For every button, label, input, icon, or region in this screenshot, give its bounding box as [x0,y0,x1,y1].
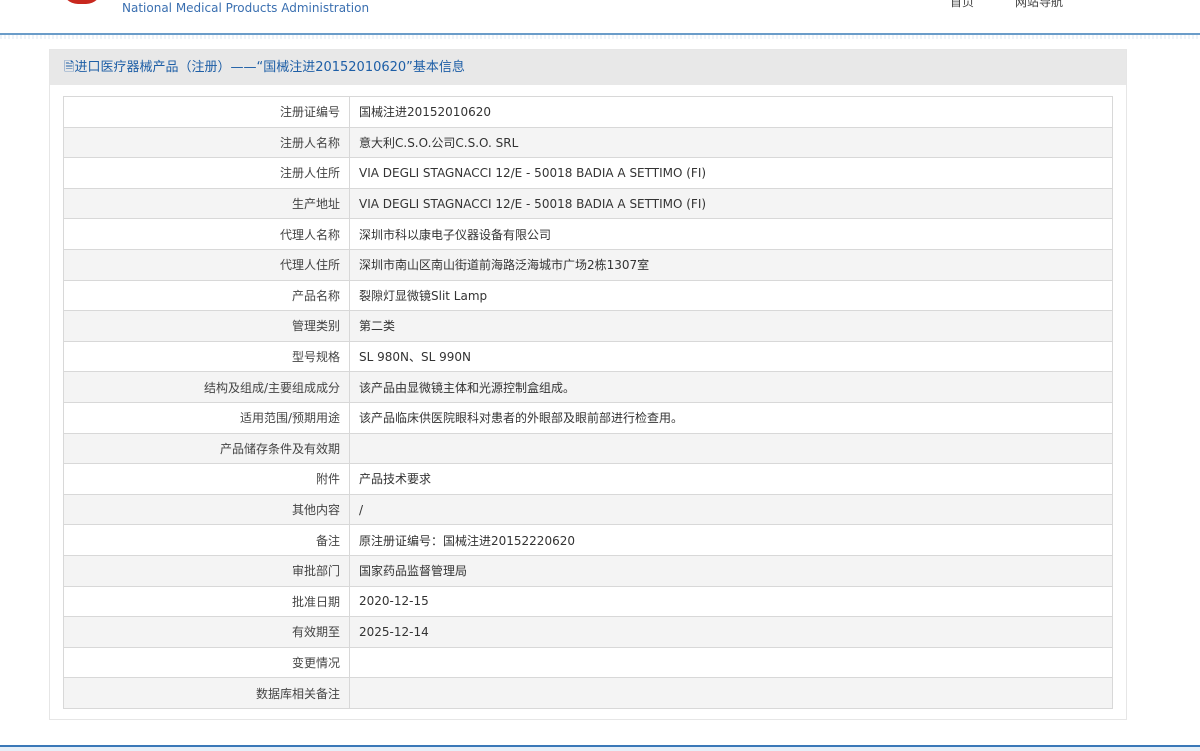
field-value: 国械注进20152010620 [349,96,1113,128]
field-label: 变更情况 [63,646,350,679]
field-label: 备注 [63,524,350,556]
table-row: 代理人名称 深圳市科以康电子仪器设备有限公司 [63,218,1113,250]
field-label: 管理类别 [63,310,350,342]
field-value [349,432,1113,465]
table-row: 注册人住所 VIA DEGLI STAGNACCI 12/E - 50018 BA… [63,157,1113,189]
table-row: 注册证编号 国械注进20152010620 [63,96,1113,128]
emblem-logo [62,0,102,4]
panel-title: 🗎进口医疗器械产品（注册）——“国械注进20152010620”基本信息 [50,50,1126,85]
field-label: 有效期至 [63,616,350,648]
table-row: 其他内容 / [63,493,1113,526]
field-label: 生产地址 [63,187,350,220]
field-value: VIA DEGLI STAGNACCI 12/E - 50018 BADIA A… [349,157,1113,189]
field-value: VIA DEGLI STAGNACCI 12/E - 50018 BADIA A… [349,187,1113,220]
field-label: 结构及组成/主要组成成分 [63,371,350,403]
field-value: 原注册证编号：国械注进20152220620 [349,524,1113,556]
field-value: 深圳市南山区南山街道前海路泛海城市广场2栋1307室 [349,248,1113,281]
table-row: 管理类别 第二类 [63,310,1113,342]
table-row: 产品储存条件及有效期 [63,432,1113,465]
table-row: 批准日期 2020-12-15 [63,585,1113,618]
field-value [349,646,1113,679]
field-value: 意大利C.S.O.公司C.S.O. SRL [349,126,1113,159]
field-label: 其他内容 [63,493,350,526]
field-label: 批准日期 [63,585,350,618]
field-value: 2020-12-15 [349,585,1113,618]
field-label: 产品名称 [63,279,350,312]
field-value: 国家药品监督管理局 [349,554,1113,587]
nav-sitemap[interactable]: 网站导航 [1015,0,1063,10]
table-row: 结构及组成/主要组成成分 该产品由显微镜主体和光源控制盒组成。 [63,371,1113,403]
field-value: 2025-12-14 [349,616,1113,648]
table-row: 产品名称 裂隙灯显微镜Slit Lamp [63,279,1113,312]
field-label: 代理人名称 [63,218,350,250]
table-row: 注册人名称 意大利C.S.O.公司C.S.O. SRL [63,126,1113,159]
field-label: 注册人住所 [63,157,350,189]
table-row: 审批部门 国家药品监督管理局 [63,554,1113,587]
field-value: 该产品由显微镜主体和光源控制盒组成。 [349,371,1113,403]
detail-panel: 🗎进口医疗器械产品（注册）——“国械注进20152010620”基本信息 注册证… [49,49,1127,720]
field-value: 该产品临床供医院眼科对患者的外眼部及眼前部进行检查用。 [349,401,1113,434]
field-label: 适用范围/预期用途 [63,401,350,434]
table-row: 数据库相关备注 [63,677,1113,709]
table-row: 变更情况 [63,646,1113,679]
field-value [349,677,1113,709]
table-row: 生产地址 VIA DEGLI STAGNACCI 12/E - 50018 BAD… [63,187,1113,220]
field-label: 产品储存条件及有效期 [63,432,350,465]
field-label: 审批部门 [63,554,350,587]
field-value: SL 980N、SL 990N [349,340,1113,373]
table-row: 代理人住所 深圳市南山区南山街道前海路泛海城市广场2栋1307室 [63,248,1113,281]
field-label: 数据库相关备注 [63,677,350,709]
document-icon: 🗎 [64,60,75,75]
table-row: 适用范围/预期用途 该产品临床供医院眼科对患者的外眼部及眼前部进行检查用。 [63,401,1113,434]
site-header: National Medical Products Administration… [0,0,1200,34]
header-divider-pattern [0,35,1200,39]
footer-band [0,747,1200,751]
field-label: 附件 [63,463,350,495]
field-value: 产品技术要求 [349,463,1113,495]
field-value: 裂隙灯显微镜Slit Lamp [349,279,1113,312]
agency-english-name: National Medical Products Administration [122,1,370,15]
nav-home[interactable]: 首页 [950,0,974,10]
info-table: 注册证编号 国械注进20152010620 注册人名称 意大利C.S.O.公司C.S.… [63,96,1113,709]
table-row: 备注 原注册证编号：国械注进20152220620 [63,524,1113,556]
table-row: 有效期至 2025-12-14 [63,616,1113,648]
table-row: 型号规格 SL 980N、SL 990N [63,340,1113,373]
field-value: / [349,493,1113,526]
field-label: 注册人名称 [63,126,350,159]
field-label: 代理人住所 [63,248,350,281]
field-label: 型号规格 [63,340,350,373]
table-row: 附件 产品技术要求 [63,463,1113,495]
field-value: 深圳市科以康电子仪器设备有限公司 [349,218,1113,250]
field-label: 注册证编号 [63,96,350,128]
panel-title-text: 进口医疗器械产品（注册）——“国械注进20152010620”基本信息 [74,60,465,75]
field-value: 第二类 [349,310,1113,342]
